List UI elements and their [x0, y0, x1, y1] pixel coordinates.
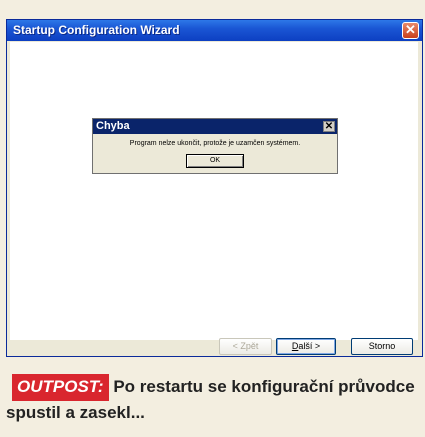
close-icon[interactable]: ✕ [323, 121, 335, 132]
caption-text-block: OUTPOST: Po restartu se konfigurační prů… [6, 374, 418, 425]
next-button[interactable]: Další > [276, 338, 336, 355]
cancel-button[interactable]: Storno [351, 338, 413, 355]
error-dialog-title: Chyba [96, 120, 130, 132]
error-dialog-titlebar[interactable]: Chyba ✕ [93, 119, 337, 134]
screenshot-frame: Startup Configuration Wizard ✕ < Zpět Da… [0, 0, 425, 437]
ok-button[interactable]: OK [186, 154, 244, 168]
wizard-window: Startup Configuration Wizard ✕ < Zpět Da… [6, 19, 423, 357]
close-icon[interactable]: ✕ [402, 22, 419, 39]
error-message: Program nelze ukončit, protože je uzamče… [129, 140, 301, 147]
wizard-title: Startup Configuration Wizard [13, 23, 180, 37]
next-label: alší > [298, 341, 321, 351]
wizard-titlebar[interactable]: Startup Configuration Wizard ✕ [7, 20, 422, 41]
wizard-content-area [10, 42, 418, 340]
article-caption: OUTPOST: Po restartu se konfigurační prů… [6, 362, 418, 434]
caption-badge: OUTPOST: [12, 374, 109, 401]
back-button[interactable]: < Zpět [219, 338, 272, 355]
error-dialog: Chyba ✕ Program nelze ukončit, protože j… [92, 118, 338, 174]
